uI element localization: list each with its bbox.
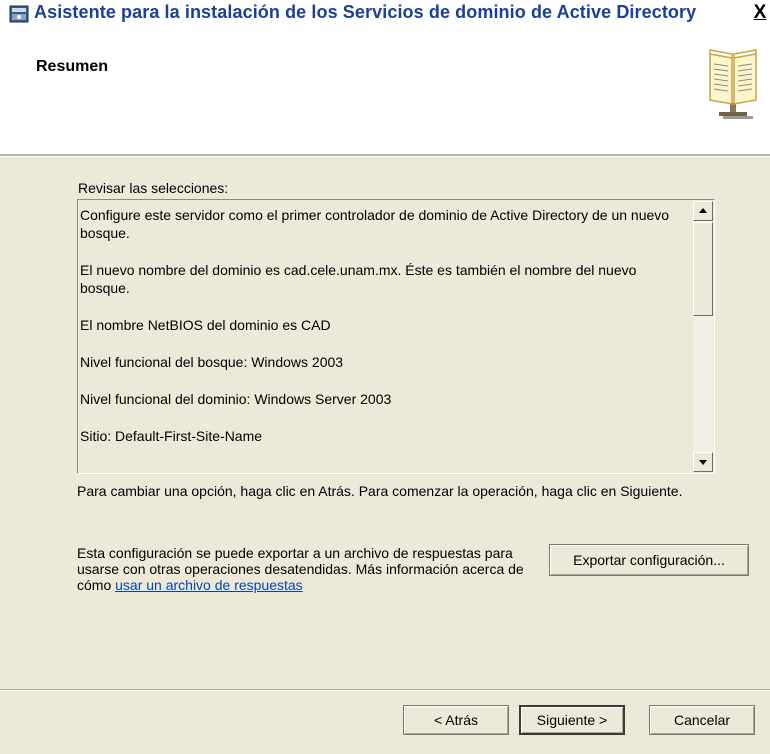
book-icon <box>709 49 757 119</box>
scroll-thumb[interactable] <box>693 222 713 316</box>
window-title: Asistente para la instalación de los Ser… <box>34 2 697 22</box>
review-line: El nombre NetBIOS del dominio es CAD <box>80 317 331 333</box>
footer-separator <box>0 689 770 691</box>
scroll-down-button[interactable] <box>693 452 713 472</box>
arrow-down-icon <box>699 460 707 465</box>
instructions-text: Para cambiar una opción, haga clic en At… <box>77 483 683 499</box>
review-line: Nivel funcional del dominio: Windows Ser… <box>80 391 392 407</box>
review-line: Configure este servidor como el primer c… <box>80 207 670 241</box>
page-title: Resumen <box>36 58 109 75</box>
scroll-up-button[interactable] <box>693 201 713 221</box>
review-line: Sitio: Default-First-Site-Name <box>80 428 263 444</box>
review-content: Configure este servidor como el primer c… <box>80 206 680 464</box>
review-textbox[interactable]: Configure este servidor como el primer c… <box>77 199 715 474</box>
review-line: Nivel funcional del bosque: Windows 2003 <box>80 354 344 370</box>
vertical-scrollbar[interactable] <box>693 201 713 472</box>
cancel-button[interactable]: Cancelar <box>649 705 755 735</box>
server-icon <box>9 5 29 23</box>
review-line: El nuevo nombre del dominio es cad.cele.… <box>80 262 637 296</box>
next-button[interactable]: Siguiente > <box>519 705 625 735</box>
title-bar: Asistente para la instalación de los Ser… <box>0 0 770 28</box>
review-label: Revisar las selecciones: <box>78 180 229 196</box>
arrow-up-icon <box>699 208 707 213</box>
wizard-header: Resumen <box>0 28 770 154</box>
answer-file-link[interactable]: usar un archivo de respuestas <box>115 577 303 593</box>
close-button[interactable]: X <box>750 2 770 24</box>
back-button[interactable]: < Atrás <box>403 705 509 735</box>
export-settings-button[interactable]: Exportar configuración... <box>549 544 749 576</box>
export-description: Esta configuración se puede exportar a u… <box>77 545 547 593</box>
